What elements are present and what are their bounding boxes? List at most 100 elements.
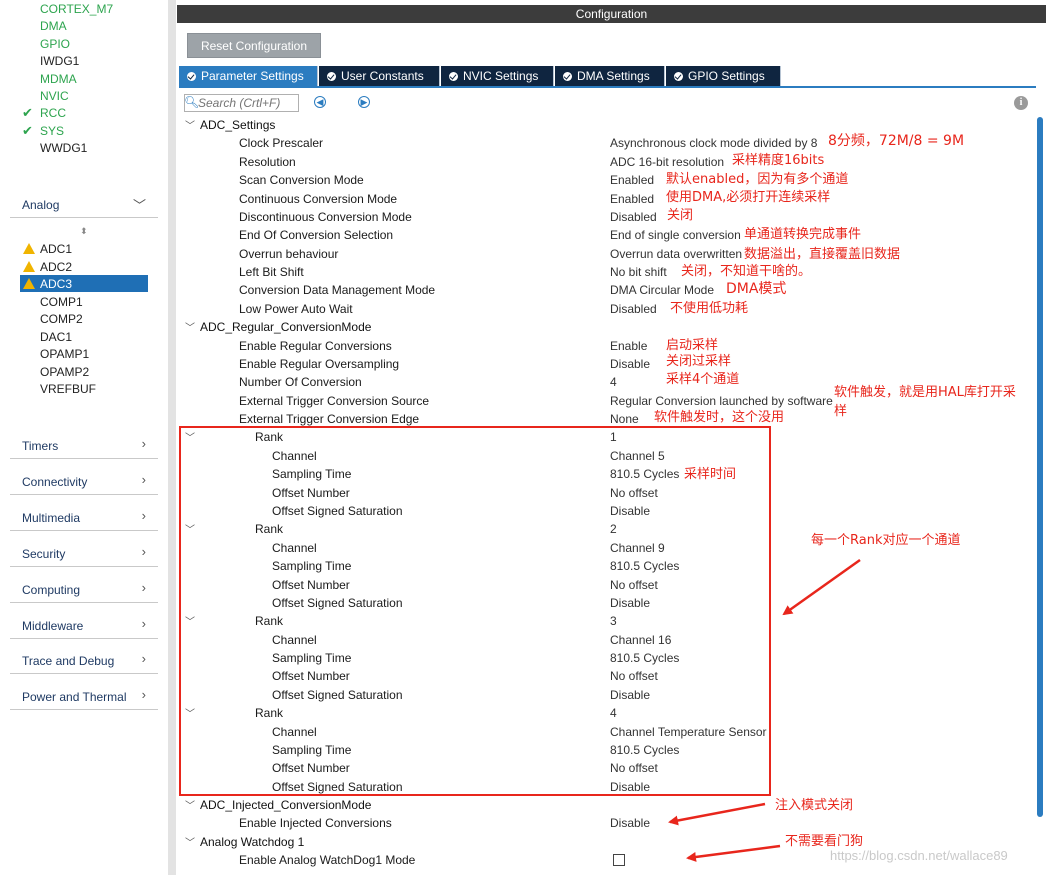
chevron-right-icon: › [141,543,146,559]
tab-label: DMA Settings [577,69,650,83]
param-value[interactable]: ADC 16-bit resolution [610,153,724,171]
note-clock: 8分频，72M/8 = 9M [828,133,965,149]
param-value[interactable]: Asynchronous clock mode divided by 8 [610,134,817,152]
sidebar-item[interactable]: ADC2 [40,259,72,275]
sidebar-item[interactable]: COMP2 [40,311,83,327]
sidebar-item[interactable]: DMA [40,18,67,34]
category-timers[interactable]: Timers › [10,431,158,459]
config-tabs: Parameter Settings User Constants NVIC Set… [179,66,781,86]
note-resolution: 采样精度16bits [732,153,825,168]
category-analog[interactable]: Analog ﹀ [10,190,158,218]
sidebar-item[interactable]: SYS [40,123,64,139]
sidebar-item[interactable]: GPIO [40,36,70,52]
note-continuous: 使用DMA,必须打开连续采样 [666,190,831,205]
param-label: Resolution [239,154,296,169]
section-header[interactable]: ADC_Regular_ConversionMode [200,318,371,336]
param-value[interactable]: Disabled [610,300,657,318]
category-label: Timers [22,439,59,453]
sidebar-item[interactable]: OPAMP1 [40,346,89,362]
chevron-right-icon: › [141,436,146,451]
section-header[interactable]: Analog Watchdog 1 [200,833,304,851]
param-value[interactable]: Enabled [610,171,654,189]
warning-icon [23,243,35,254]
tab-parameter-settings[interactable]: Parameter Settings [179,66,318,86]
param-value[interactable]: Regular Conversion launched by software [610,392,833,410]
chevron-down-icon[interactable]: ﹀ [185,117,195,132]
param-value[interactable]: Overrun data overwritten [610,245,742,263]
search-prev-icon[interactable]: ◀ [314,96,326,108]
param-label: Conversion Data Management Mode [239,283,436,298]
sort-icon[interactable]: ⬍ [80,226,88,237]
param-value[interactable]: DMA Circular Mode [610,281,714,299]
param-label: Discontinuous Conversion Mode [239,209,412,224]
search-icon: 🔍︎ [184,95,200,109]
watchdog-enable-checkbox[interactable] [613,854,625,866]
reset-configuration-button[interactable]: Reset Configuration [187,33,321,58]
param-label: Scan Conversion Mode [239,173,364,188]
note-injected: 注入模式关闭 [775,798,854,813]
check-icon: ✔ [22,122,33,138]
warning-icon [23,278,35,289]
scrollbar[interactable] [1037,117,1043,817]
chevron-right-icon: › [141,651,146,667]
note-rank: 每一个Rank对应一个通道 [811,533,961,548]
sidebar-item[interactable]: IWDG1 [40,53,79,69]
param-value[interactable]: Disable [610,355,650,373]
tab-user-constants[interactable]: User Constants [319,66,440,86]
section-header[interactable]: ADC_Injected_ConversionMode [200,796,371,814]
search-input[interactable] [198,95,298,111]
tab-gpio-settings[interactable]: GPIO Settings [666,66,781,86]
category-middleware[interactable]: Middleware › [10,611,158,639]
note-discontinuous: 关闭 [667,208,694,223]
chevron-down-icon[interactable]: ﹀ [185,797,195,812]
check-icon: ✔ [22,105,33,121]
note-low-power: 不使用低功耗 [670,301,749,316]
category-label: Analog [22,198,60,212]
sidebar-item[interactable]: WWDG1 [40,140,87,156]
note-trigger-source-wrap: 样 [834,404,848,419]
param-value[interactable]: End of single conversion [610,226,741,244]
tab-label: NVIC Settings [463,69,539,83]
sidebar-item[interactable]: CORTEX_M7 [40,1,113,17]
category-multimedia[interactable]: Multimedia › [10,503,158,531]
sidebar-item[interactable]: MDMA [40,71,77,87]
tab-dma-settings[interactable]: DMA Settings [555,66,665,86]
note-eoc: 单通道转换完成事件 [744,227,862,242]
check-circle-icon [187,72,196,81]
category-security[interactable]: Security › [10,539,158,567]
category-label: Connectivity [22,474,88,489]
param-value[interactable]: Disabled [610,208,657,226]
category-computing[interactable]: Computing › [10,575,158,603]
note-scan: 默认enabled，因为有多个通道 [666,172,849,187]
param-value[interactable]: 4 [610,373,617,391]
sidebar-item[interactable]: DAC1 [40,329,72,345]
param-label: Enable Regular Conversions [239,338,392,353]
section-header[interactable]: ADC_Settings [200,116,275,134]
param-value[interactable]: Enabled [610,190,654,208]
check-circle-icon [449,72,458,81]
param-label: Low Power Auto Wait [239,301,353,316]
category-power-and-thermal[interactable]: Power and Thermal › [10,682,158,711]
sidebar-item[interactable]: OPAMP2 [40,364,89,380]
category-connectivity[interactable]: Connectivity › [10,467,158,495]
info-icon[interactable]: i [1014,96,1028,110]
chevron-down-icon[interactable]: ﹀ [185,319,195,334]
note-oversampling: 关闭过采样 [666,354,732,369]
sidebar-item[interactable]: ADC1 [40,241,72,257]
panel-splitter[interactable] [168,0,176,875]
tab-nvic-settings[interactable]: NVIC Settings [441,66,554,86]
sidebar-item[interactable]: RCC [40,105,66,121]
param-value[interactable]: Disable [610,814,650,832]
search-next-icon[interactable]: ▶ [358,96,370,108]
sidebar-item[interactable]: VREFBUF [40,381,96,397]
chevron-down-icon[interactable]: ﹀ [185,834,195,849]
param-value[interactable]: Enable [610,337,647,355]
sidebar-item[interactable]: ADC3 [40,276,72,292]
category-trace-and-debug[interactable]: Trace and Debug › [10,646,158,675]
sidebar-item[interactable]: NVIC [40,88,69,104]
sidebar-item[interactable]: COMP1 [40,294,83,310]
param-label: Enable Analog WatchDog1 Mode [239,853,416,868]
note-sampling-time: 采样时间 [684,467,737,482]
param-label: Clock Prescaler [239,136,324,151]
param-value[interactable]: No bit shift [610,263,667,281]
